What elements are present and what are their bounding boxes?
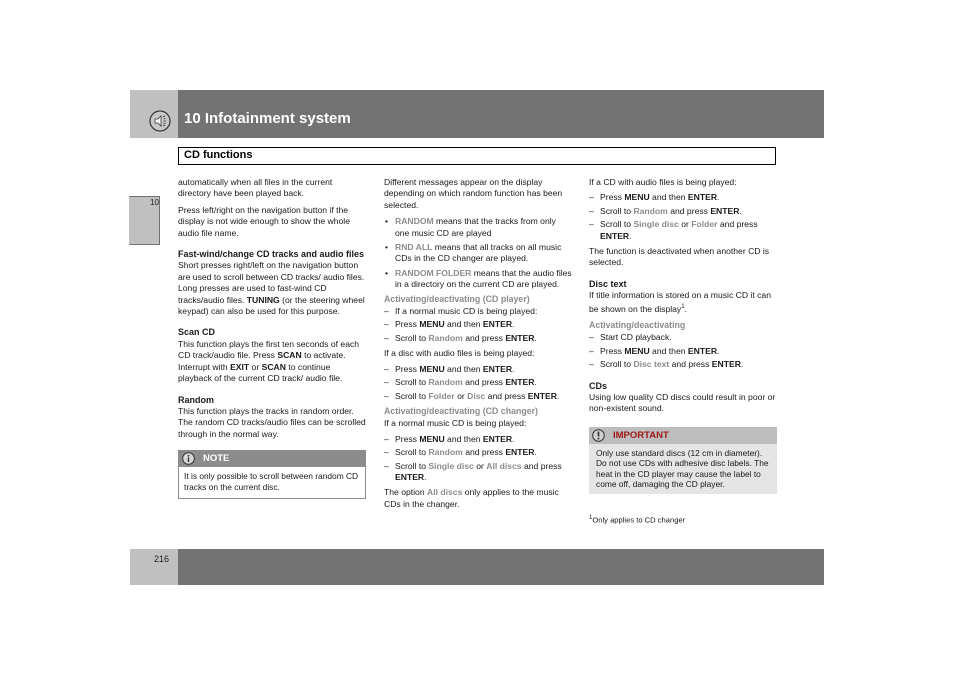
- footer-bar: [178, 549, 824, 585]
- list-item: If a normal music CD is being played:: [384, 306, 572, 318]
- heading-random: Random: [178, 394, 214, 405]
- note-text: It is only possible to scroll between ra…: [184, 471, 359, 492]
- list-item: Scroll to Single disc or Folder and pres…: [589, 219, 777, 242]
- list-item: Scroll to Random and press ENTER.: [384, 377, 572, 389]
- paragraph: If a CD with audio files is being played…: [589, 177, 737, 187]
- subheading-cd-changer: Activating/deactivating (CD changer): [384, 405, 538, 416]
- steps-disc-text: Start CD playback. Press MENU and then E…: [589, 332, 777, 371]
- list-item: Press MENU and then ENTER.: [384, 364, 572, 376]
- info-icon: [182, 452, 195, 465]
- heading-fast-wind: Fast-wind/change CD tracks and audio fil…: [178, 249, 365, 260]
- list-item: Press MENU and then ENTER.: [384, 434, 572, 446]
- list-item: Scroll to Random and press ENTER.: [589, 206, 777, 218]
- paragraph: Press left/right on the navigation butto…: [178, 204, 350, 238]
- warning-icon: [592, 428, 605, 442]
- list-item: Scroll to Random and press ENTER.: [384, 447, 572, 459]
- steps-cd-changer: Press MENU and then ENTER. Scroll to Ran…: [384, 434, 572, 484]
- steps-audio-files: Press MENU and then ENTER. Scroll to Ran…: [384, 364, 572, 403]
- list-item: RND ALL means that all tracks on all mus…: [384, 242, 572, 265]
- list-item: Scroll to Disc text and press ENTER.: [589, 359, 777, 371]
- important-text: Only use standard discs (12 cm in diamet…: [596, 447, 769, 489]
- chapter-title: 10 Infotainment system: [184, 110, 351, 127]
- important-header: IMPORTANT: [589, 426, 777, 444]
- heading-disc-text: Disc text: [589, 278, 627, 289]
- note-box: NOTE It is only possible to scroll betwe…: [178, 450, 366, 500]
- column-2: Different messages appear on the display…: [384, 177, 572, 515]
- steps-audio-cd: Press MENU and then ENTER. Scroll to Ran…: [589, 192, 777, 242]
- heading-cds: CDs: [589, 380, 608, 391]
- subheading-disc-text-activate: Activating/deactivating: [589, 319, 686, 330]
- list-item: Scroll to Random and press ENTER.: [384, 333, 572, 345]
- list-item: Start CD playback.: [589, 332, 777, 344]
- paragraph-disc-text: If title information is stored on a musi…: [589, 290, 771, 314]
- important-box: IMPORTANT Only use standard discs (12 cm…: [589, 426, 777, 495]
- column-3: If a CD with audio files is being played…: [589, 177, 777, 526]
- note-label: NOTE: [203, 453, 230, 465]
- paragraph: If a disc with audio files is being play…: [384, 348, 535, 359]
- paragraph-fast-wind: Short presses right/left on the navigati…: [178, 260, 365, 317]
- list-item: Scroll to Single disc or All discs and p…: [384, 461, 572, 484]
- column-1: automatically when all files in the curr…: [178, 177, 366, 500]
- paragraph: automatically when all files in the curr…: [178, 177, 333, 199]
- list-item: Press MENU and then ENTER.: [384, 319, 572, 331]
- note-header: NOTE: [179, 451, 365, 468]
- list-item: Press MENU and then ENTER.: [589, 192, 777, 204]
- subheading-cd-player: Activating/deactivating (CD player): [384, 293, 530, 304]
- section-header-box: [178, 147, 776, 165]
- paragraph-random: This function plays the tracks in random…: [178, 405, 366, 439]
- paragraph-cds: Using low quality CD discs could result …: [589, 391, 776, 414]
- paragraph: If a normal music CD is being played:: [384, 418, 527, 429]
- heading-scan-cd: Scan CD: [178, 327, 216, 338]
- list-item: Press MENU and then ENTER.: [589, 346, 777, 358]
- section-title: CD functions: [184, 149, 253, 161]
- paragraph: The function is deactivated when another…: [589, 246, 770, 268]
- speaker-icon: [149, 110, 171, 132]
- random-modes-list: RANDOM means that the tracks from only o…: [384, 216, 572, 290]
- footnote: 1Only applies to CD changer: [589, 515, 686, 525]
- list-item: RANDOM FOLDER means that the audio files…: [384, 268, 572, 291]
- paragraph: Different messages appear on the display…: [384, 177, 563, 210]
- list-item: RANDOM means that the tracks from only o…: [384, 216, 572, 239]
- page-number: 216: [154, 554, 170, 564]
- chapter-tab-number: 10: [150, 198, 159, 207]
- important-label: IMPORTANT: [613, 429, 669, 441]
- steps-cd-player: If a normal music CD is being played: Pr…: [384, 306, 572, 345]
- paragraph-scan-cd: This function plays the first ten second…: [178, 338, 360, 384]
- list-item: Scroll to Folder or Disc and press ENTER…: [384, 391, 572, 403]
- paragraph: The option All discs only applies to the…: [384, 487, 559, 509]
